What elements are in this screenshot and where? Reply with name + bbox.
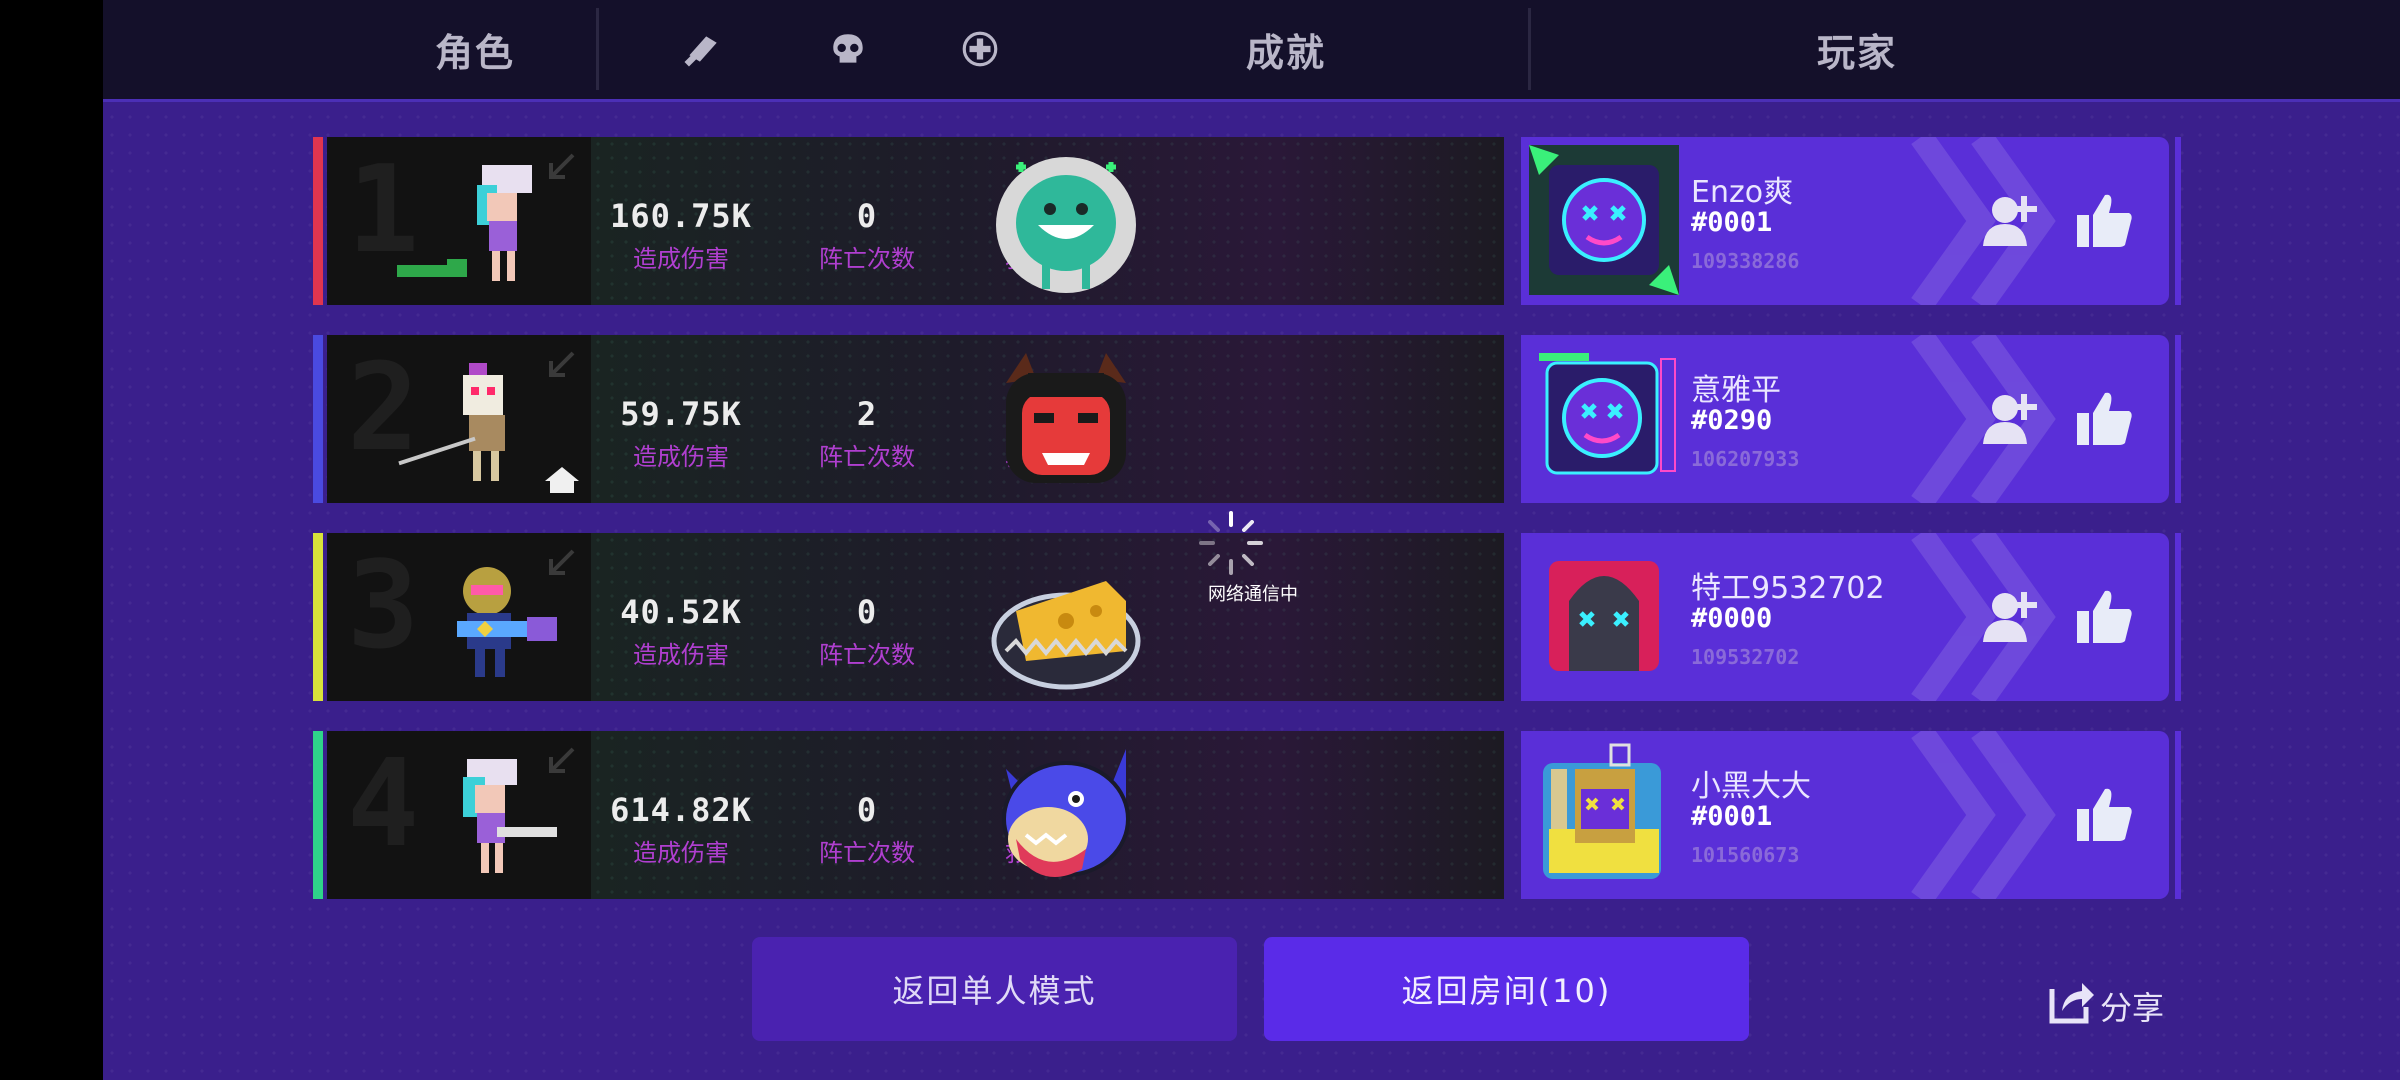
player-tag: #0000 <box>1691 603 1773 634</box>
player-name: 小黑大大 <box>1691 769 1811 804</box>
row-edge <box>2175 533 2181 701</box>
like-thumb-icon[interactable] <box>2073 387 2135 449</box>
damage-icon <box>684 36 717 67</box>
player-name: Enzo爽 <box>1691 175 1794 210</box>
deaths-stat: 0 阵亡次数 <box>777 593 957 670</box>
like-thumb-icon[interactable] <box>2073 189 2135 251</box>
player-tag: #0001 <box>1691 801 1773 832</box>
character-cell: 1 <box>327 137 591 305</box>
deaths-stat: 0 阵亡次数 <box>777 197 957 274</box>
character-sprite <box>398 363 505 481</box>
player-card[interactable]: 意雅平 #0290 106207933 <box>1521 335 2169 503</box>
network-status-text: 网络通信中 <box>1208 584 1298 605</box>
like-thumb-icon[interactable] <box>2073 783 2135 845</box>
like-thumb-icon[interactable] <box>2073 585 2135 647</box>
player-tag: #0290 <box>1691 405 1773 436</box>
player-name: 特工9532702 <box>1691 571 1885 606</box>
rank-stripe <box>313 137 323 305</box>
character-cell: 2 <box>327 335 591 503</box>
deaths-value: 2 <box>856 395 878 433</box>
damage-value: 59.75K <box>620 395 742 433</box>
player-avatar[interactable] <box>1529 145 1679 295</box>
add-friend-icon[interactable] <box>1981 390 2039 446</box>
player-avatar[interactable] <box>1529 541 1679 691</box>
player-tag: #0001 <box>1691 207 1773 238</box>
red-devil-badge-icon[interactable] <box>986 343 1146 495</box>
damage-label: 造成伤害 <box>633 443 729 471</box>
results-header: 角色 成就 玩家 <box>103 0 2400 102</box>
header-separator <box>1528 8 1531 90</box>
deaths-value: 0 <box>856 593 878 631</box>
player-avatar[interactable] <box>1529 343 1679 493</box>
character-sprite <box>397 165 532 281</box>
result-row-2: 2 59.75K 造成伤害 2 阵亡次数 意雅平 #0290 106207933 <box>313 335 2188 503</box>
rank-stripe <box>313 533 323 701</box>
deaths-label: 阵亡次数 <box>819 245 915 273</box>
header-achievement: 成就 <box>1246 31 1327 75</box>
damage-stat: 40.52K 造成伤害 <box>591 593 771 670</box>
rank-stripe <box>313 731 323 899</box>
add-friend-icon[interactable] <box>1981 192 2039 248</box>
stats-cell: 160.75K 造成伤害 0 阵亡次数 1 救援次数 <box>591 137 1504 305</box>
chevron-decoration <box>1911 731 2056 899</box>
stats-cell: 59.75K 造成伤害 2 阵亡次数 0 救援次数 <box>591 335 1504 503</box>
character-sprite <box>463 759 557 873</box>
deaths-stat: 2 阵亡次数 <box>777 395 957 472</box>
deaths-label: 阵亡次数 <box>819 839 915 867</box>
damage-stat: 614.82K 造成伤害 <box>591 791 771 868</box>
cheese-trap-badge-icon[interactable] <box>986 541 1146 693</box>
return-single-mode-button[interactable]: 返回单人模式 <box>752 937 1237 1041</box>
damage-value: 160.75K <box>610 197 752 235</box>
return-room-button[interactable]: 返回房间(10) <box>1264 937 1749 1041</box>
deaths-value: 0 <box>856 197 878 235</box>
angel-smile-badge-icon[interactable] <box>986 145 1146 297</box>
header-character: 角色 <box>435 31 516 75</box>
character-cell: 3 <box>327 533 591 701</box>
row-edge <box>2175 137 2181 305</box>
loading-spinner-icon <box>1199 511 1263 575</box>
character-sprite <box>457 567 557 677</box>
rank-stripe <box>313 335 323 503</box>
row-edge <box>2175 335 2181 503</box>
host-house-icon <box>545 467 579 493</box>
stats-cell: 40.52K 造成伤害 0 阵亡次数 0 救援次数 <box>591 533 1504 701</box>
wolf-badge-icon[interactable] <box>986 739 1146 891</box>
deaths-label: 阵亡次数 <box>819 443 915 471</box>
header-player: 玩家 <box>1817 31 1898 75</box>
stats-cell: 614.82K 造成伤害 0 阵亡次数 0 救援次数 <box>591 731 1504 899</box>
skull-icon <box>833 34 863 63</box>
player-card[interactable]: 特工9532702 #0000 109532702 <box>1521 533 2169 701</box>
result-row-4: 4 614.82K 造成伤害 0 阵亡次数 0 救援次数 <box>313 731 2188 899</box>
player-id: 109532702 <box>1691 645 1800 669</box>
revive-icon <box>962 31 998 67</box>
share-label: 分享 <box>2100 989 2165 1027</box>
player-card[interactable]: Enzo爽 #0001 109338286 <box>1521 137 2169 305</box>
game-screen: 角色 成就 玩家 1 160.75K 造成伤害 0 阵亡次数 Enzo爽 #00… <box>103 0 2400 1080</box>
player-id: 109338286 <box>1691 249 1800 273</box>
row-edge <box>2175 731 2181 899</box>
add-friend-icon[interactable] <box>1981 588 2039 644</box>
player-name: 意雅平 <box>1691 373 1781 408</box>
player-id: 101560673 <box>1691 843 1800 867</box>
header-separator <box>596 8 599 90</box>
share-icon <box>2049 983 2094 1024</box>
deaths-stat: 0 阵亡次数 <box>777 791 957 868</box>
damage-label: 造成伤害 <box>633 839 729 867</box>
damage-value: 614.82K <box>610 791 752 829</box>
result-row-1: 1 160.75K 造成伤害 0 阵亡次数 1 救援次数 <box>313 137 2188 305</box>
damage-stat: 160.75K 造成伤害 <box>591 197 771 274</box>
damage-label: 造成伤害 <box>633 641 729 669</box>
share-button[interactable]: 分享 <box>2046 973 2186 1033</box>
deaths-value: 0 <box>856 791 878 829</box>
deaths-label: 阵亡次数 <box>819 641 915 669</box>
character-cell: 4 <box>327 731 591 899</box>
damage-label: 造成伤害 <box>633 245 729 273</box>
player-card[interactable]: 小黑大大 #0001 101560673 <box>1521 731 2169 899</box>
damage-value: 40.52K <box>620 593 742 631</box>
player-avatar[interactable] <box>1529 739 1679 889</box>
damage-stat: 59.75K 造成伤害 <box>591 395 771 472</box>
player-id: 106207933 <box>1691 447 1800 471</box>
